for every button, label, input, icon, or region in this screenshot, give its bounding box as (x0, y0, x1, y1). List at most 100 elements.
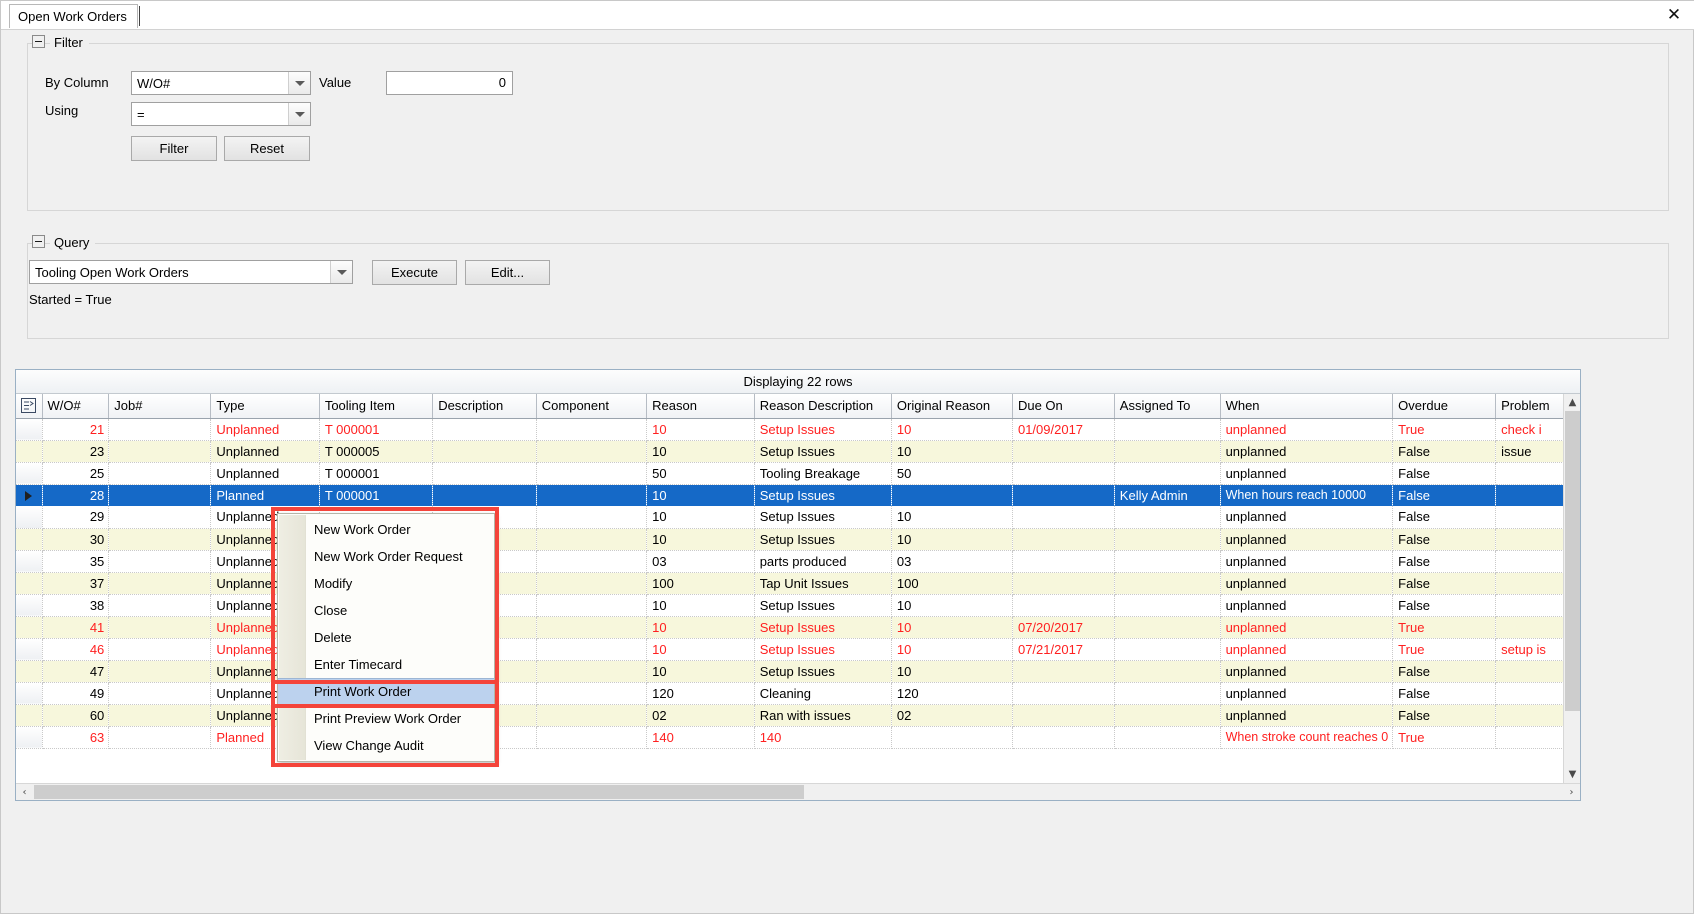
table-cell-job[interactable] (108, 484, 212, 506)
table-row[interactable]: 38 Unplanned 10 Setup Issues 10 unplanned Fals… (16, 594, 1580, 617)
table-cell-when[interactable]: unplanned (1220, 418, 1394, 441)
table-cell-job[interactable] (108, 594, 212, 617)
grid-column-header[interactable]: Reason Description (754, 394, 892, 419)
table-cell-reason[interactable]: 03 (646, 550, 755, 573)
table-cell-due-on[interactable] (1012, 572, 1115, 595)
table-cell-job[interactable] (108, 462, 212, 485)
table-row[interactable]: 46 Unplanned 10 Setup Issues 10 07/21/2017 unp… (16, 638, 1580, 661)
table-cell-overdue[interactable]: False (1392, 440, 1497, 463)
table-cell-component[interactable] (536, 462, 648, 485)
table-cell-original-reason[interactable]: 120 (891, 682, 1013, 705)
context-menu-item-view-change-audit[interactable]: View Change Audit (278, 732, 494, 759)
table-cell-original-reason[interactable]: 10 (891, 660, 1013, 683)
table-row[interactable]: 23 Unplanned T 000005 10 Setup Issues 10 unpla… (16, 440, 1580, 463)
chevron-down-icon[interactable] (288, 72, 310, 94)
grid-context-menu[interactable]: New Work Order New Work Order Request Modi… (277, 513, 495, 762)
row-header-cell[interactable] (16, 528, 43, 551)
table-cell-overdue[interactable]: False (1392, 528, 1497, 551)
table-cell-component[interactable] (536, 550, 648, 573)
row-header-cell[interactable] (16, 682, 43, 705)
table-cell-due-on[interactable] (1012, 660, 1115, 683)
context-menu-item-enter-timecard[interactable]: Enter Timecard (278, 651, 494, 678)
table-cell-w-o[interactable]: 46 (42, 638, 110, 661)
table-cell-reason[interactable]: 140 (646, 726, 755, 749)
table-cell-w-o[interactable]: 63 (42, 726, 110, 749)
table-cell-assigned-to[interactable] (1114, 572, 1221, 595)
row-header-cell[interactable] (16, 418, 43, 441)
scroll-down-icon[interactable]: ▼ (1564, 766, 1580, 783)
table-cell-overdue[interactable]: False (1392, 594, 1497, 617)
table-row[interactable]: 47 Unplanned 10 Setup Issues 10 unplanned Fals… (16, 660, 1580, 683)
table-cell-due-on[interactable]: 01/09/2017 (1012, 418, 1115, 441)
table-cell-due-on[interactable] (1012, 528, 1115, 551)
table-cell-overdue[interactable]: False (1392, 704, 1497, 727)
table-cell-component[interactable] (536, 418, 648, 441)
table-cell-reason-description[interactable]: Setup Issues (754, 594, 892, 617)
table-cell-when[interactable]: unplanned (1220, 462, 1394, 485)
grid-select-all-header[interactable] (16, 394, 43, 419)
reset-button[interactable]: Reset (224, 136, 310, 161)
table-cell-w-o[interactable]: 47 (42, 660, 110, 683)
query-collapse-toggle[interactable] (32, 235, 45, 248)
scroll-right-icon[interactable]: › (1563, 784, 1580, 800)
table-cell-reason-description[interactable]: Setup Issues (754, 506, 892, 529)
table-cell-w-o[interactable]: 29 (42, 506, 110, 529)
table-cell-assigned-to[interactable] (1114, 726, 1221, 749)
close-icon[interactable]: ✕ (1663, 4, 1685, 26)
table-cell-reason-description[interactable]: Setup Issues (754, 418, 892, 441)
table-cell-component[interactable] (536, 594, 648, 617)
table-cell-reason-description[interactable]: Setup Issues (754, 660, 892, 683)
query-select[interactable]: Tooling Open Work Orders (29, 260, 353, 284)
table-cell-reason[interactable]: 10 (646, 528, 755, 551)
table-cell-reason-description[interactable]: Tooling Breakage (754, 462, 892, 485)
table-cell-original-reason[interactable]: 10 (891, 594, 1013, 617)
context-menu-item-new-work-order-request[interactable]: New Work Order Request (278, 543, 494, 570)
table-cell-due-on[interactable] (1012, 462, 1115, 485)
table-cell-reason[interactable]: 02 (646, 704, 755, 727)
table-cell-description[interactable] (432, 462, 537, 485)
table-cell-assigned-to[interactable] (1114, 682, 1221, 705)
grid-column-header[interactable]: Component (536, 394, 648, 419)
row-header-cell[interactable] (16, 550, 43, 573)
table-row[interactable]: 21 Unplanned T 000001 10 Setup Issues 10 01/09… (16, 418, 1580, 441)
table-cell-when[interactable]: unplanned (1220, 550, 1394, 573)
table-row[interactable]: 49 Unplanned 120 Cleaning 120 unplanned False (16, 682, 1580, 705)
table-cell-type[interactable]: Unplanned (210, 418, 320, 441)
table-cell-description[interactable] (432, 440, 537, 463)
table-cell-original-reason[interactable]: 10 (891, 506, 1013, 529)
table-cell-component[interactable] (536, 528, 648, 551)
table-cell-job[interactable] (108, 616, 212, 639)
table-cell-job[interactable] (108, 440, 212, 463)
table-cell-due-on[interactable] (1012, 550, 1115, 573)
table-cell-original-reason[interactable]: 10 (891, 638, 1013, 661)
table-cell-w-o[interactable]: 25 (42, 462, 110, 485)
table-cell-reason[interactable]: 10 (646, 594, 755, 617)
row-header-cell[interactable] (16, 440, 43, 463)
row-header-cell[interactable] (16, 594, 43, 617)
table-cell-job[interactable] (108, 682, 212, 705)
table-row[interactable]: 37 Unplanned 100 Tap Unit Issues 100 unplanne… (16, 572, 1580, 595)
table-cell-assigned-to[interactable] (1114, 506, 1221, 529)
table-cell-reason-description[interactable]: Ran with issues (754, 704, 892, 727)
grid-column-header[interactable]: Assigned To (1114, 394, 1221, 419)
table-cell-original-reason[interactable]: 10 (891, 418, 1013, 441)
context-menu-item-new-work-order[interactable]: New Work Order (278, 516, 494, 543)
grid-column-header[interactable]: Reason (646, 394, 755, 419)
table-cell-assigned-to[interactable] (1114, 462, 1221, 485)
table-cell-type[interactable]: Planned (210, 484, 320, 506)
table-cell-reason[interactable]: 10 (646, 484, 755, 506)
grid-column-header[interactable]: Description (432, 394, 537, 419)
table-cell-w-o[interactable]: 23 (42, 440, 110, 463)
table-cell-reason[interactable]: 10 (646, 440, 755, 463)
row-header-cell[interactable] (16, 704, 43, 727)
row-header-cell[interactable] (16, 462, 43, 485)
table-cell-type[interactable]: Unplanned (210, 440, 320, 463)
table-row[interactable]: 28 Planned T 000001 10 Setup Issues Kelly Adm… (16, 484, 1580, 506)
table-cell-when[interactable]: unplanned (1220, 660, 1394, 683)
table-row[interactable]: 60 Unplanned 02 Ran with issues 02 unplanned F… (16, 704, 1580, 727)
table-cell-w-o[interactable]: 37 (42, 572, 110, 595)
by-column-select[interactable]: W/O# (131, 71, 311, 95)
grid-column-header[interactable]: Type (210, 394, 320, 419)
context-menu-item-print-preview-work-order[interactable]: Print Preview Work Order (278, 705, 494, 732)
table-cell-overdue[interactable]: True (1392, 616, 1497, 639)
